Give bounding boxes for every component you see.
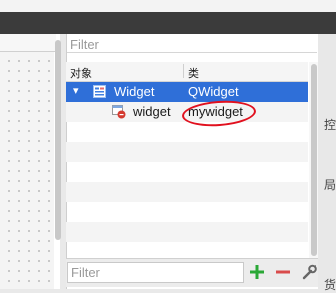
right-edge-label: 货 — [324, 278, 336, 292]
top-window-strip — [0, 0, 336, 12]
class-column-header[interactable]: 类 — [188, 65, 199, 81]
form-widget-icon — [93, 85, 106, 98]
tree-header: 对象 类 — [66, 62, 308, 82]
canvas-scrollbar[interactable] — [55, 40, 61, 240]
object-filter-input[interactable] — [67, 36, 317, 53]
toolbar-dark-band — [0, 12, 336, 34]
canvas-header — [0, 34, 56, 52]
widget-icon — [112, 105, 126, 119]
chevron-down-icon[interactable]: ▾ — [73, 84, 79, 97]
tree-item-name: Widget — [114, 84, 155, 99]
tree-item-name: widget — [133, 104, 171, 119]
property-filter-input[interactable] — [67, 262, 244, 283]
canvas-grid[interactable] — [0, 52, 54, 289]
add-button[interactable] — [247, 262, 267, 282]
plus-icon — [250, 265, 264, 279]
right-edge-label: 控 — [324, 118, 336, 132]
empty-row — [66, 222, 308, 242]
minus-icon — [276, 270, 290, 274]
configure-button[interactable] — [299, 262, 319, 282]
right-panel-edge — [318, 34, 336, 289]
tree-row-widget[interactable]: ▾ Widget QWidget — [66, 82, 308, 102]
tree-scrollbar-thumb[interactable] — [311, 64, 317, 256]
right-edge-label: 局 — [324, 178, 336, 192]
tree-item-class: QWidget — [188, 84, 239, 99]
wrench-icon — [302, 264, 317, 280]
column-divider[interactable] — [183, 64, 184, 78]
empty-row — [66, 142, 308, 162]
remove-button[interactable] — [273, 262, 293, 282]
empty-row — [66, 182, 308, 202]
object-column-header[interactable]: 对象 — [70, 65, 92, 81]
object-tree: 对象 类 ▾ Widget QWidget widget mywidget — [66, 62, 308, 258]
